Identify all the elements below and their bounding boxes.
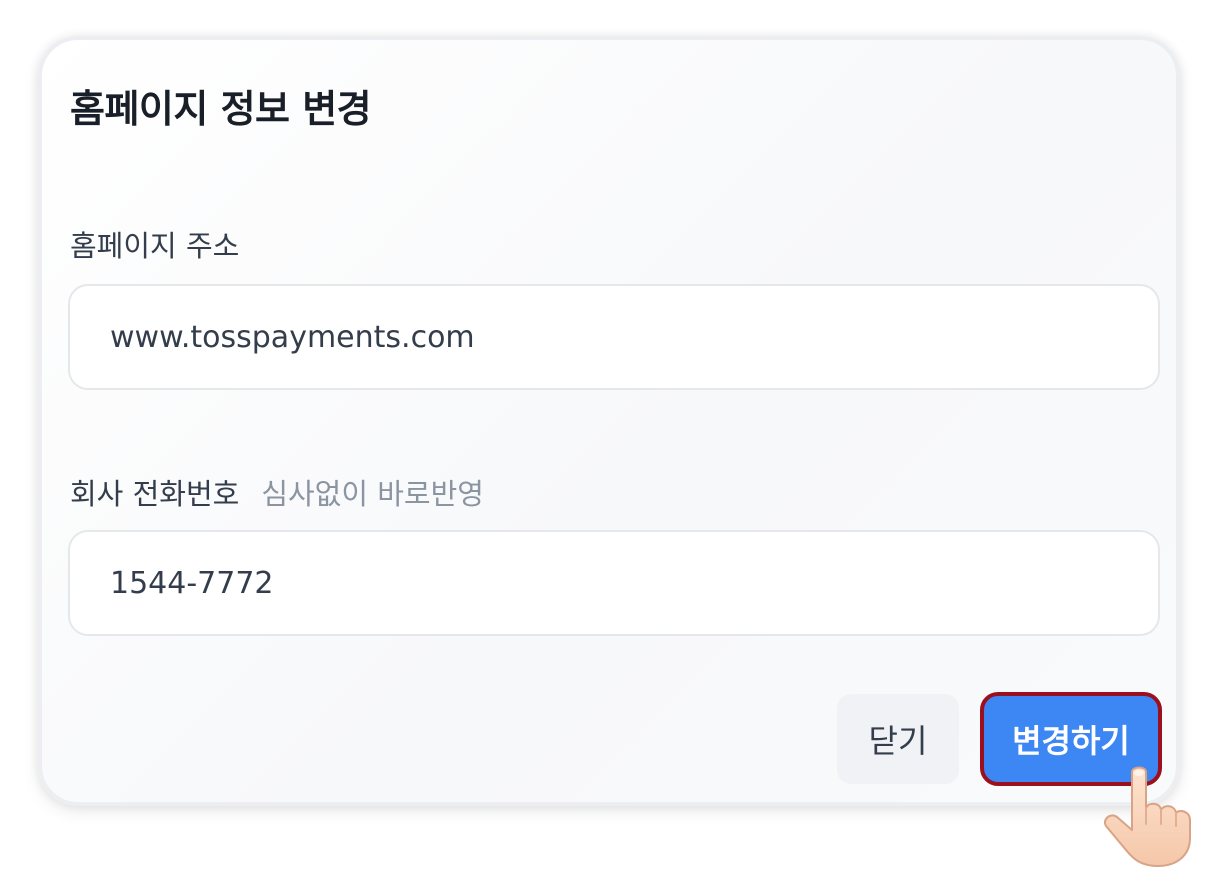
company-phone-label: 회사 전화번호 심사없이 바로반영 bbox=[70, 471, 484, 513]
company-phone-label-text: 회사 전화번호 bbox=[70, 477, 240, 511]
stage: 홈페이지 정보 변경 홈페이지 주소 회사 전화번호심사없이 바로반영 닫기 변… bbox=[0, 0, 1218, 873]
company-phone-input[interactable] bbox=[68, 530, 1160, 636]
homepage-url-label-text: 홈페이지 주소 bbox=[70, 229, 240, 263]
homepage-url-input[interactable] bbox=[68, 284, 1160, 390]
pointing-hand-icon bbox=[1104, 766, 1191, 867]
company-phone-hint: 심사없이 바로반영 bbox=[261, 477, 484, 511]
dialog-title: 홈페이지 정보 변경 bbox=[70, 87, 372, 131]
homepage-url-label: 홈페이지 주소 bbox=[70, 223, 239, 265]
homepage-info-dialog: 홈페이지 정보 변경 홈페이지 주소 회사 전화번호심사없이 바로반영 닫기 변… bbox=[38, 36, 1180, 806]
close-button[interactable]: 닫기 bbox=[837, 694, 959, 784]
